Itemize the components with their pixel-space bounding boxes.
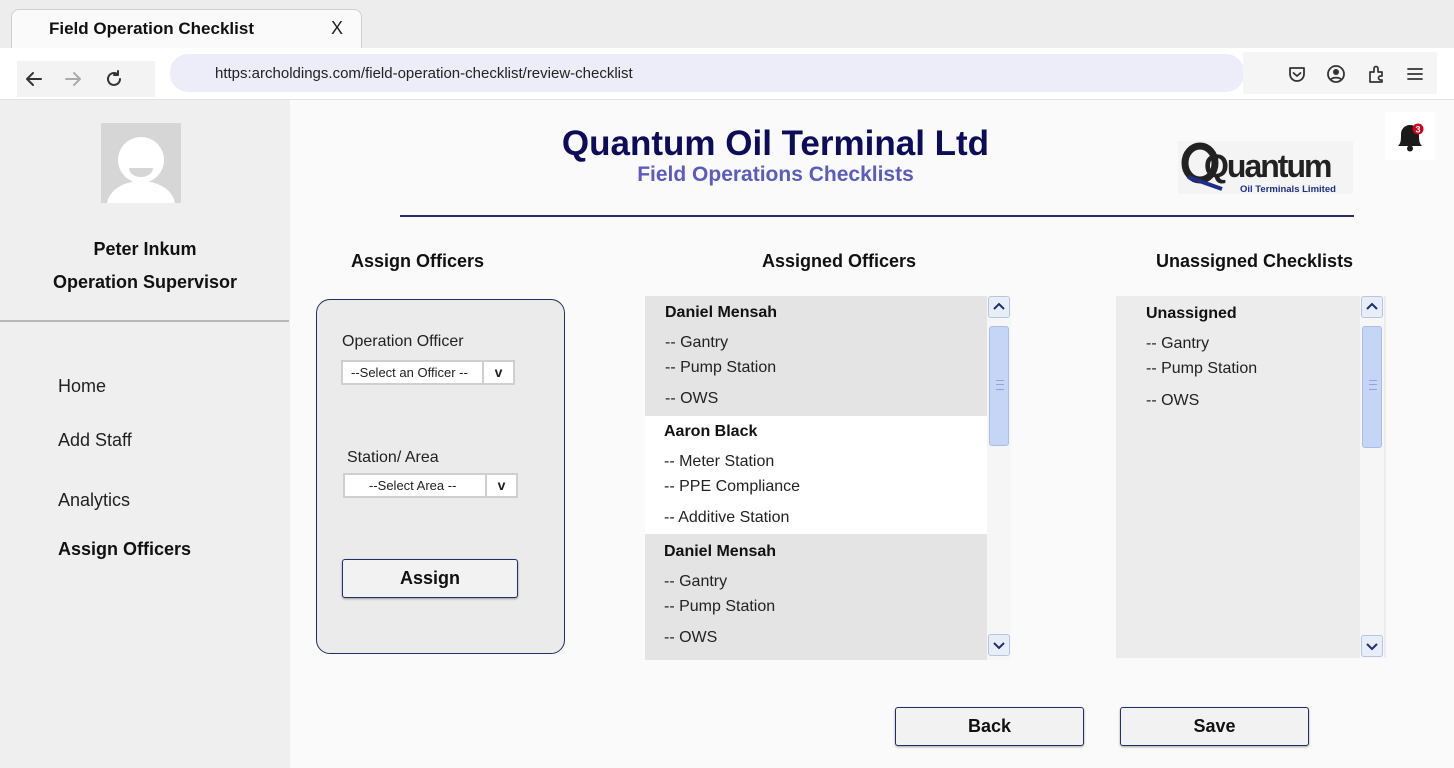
officer-name: Daniel Mensah [665,304,778,321]
account-icon[interactable] [1325,63,1347,85]
logo-text: Quantum [1204,148,1331,184]
sidebar-item-add-staff[interactable]: Add Staff [58,430,132,451]
browser-toolbar-right [1243,52,1437,94]
user-role: Operation Supervisor [52,272,238,292]
tab-title: Field Operation Checklist [49,19,254,38]
officer-name: Daniel Mensah [664,543,777,560]
reload-icon[interactable] [103,68,125,90]
checklist-item: -- Gantry [664,573,728,590]
bell-icon: 3 [1398,123,1424,152]
scroll-up-button[interactable] [1361,296,1383,318]
checklist-item: -- Gantry [665,334,729,351]
unassigned-scrollbar[interactable] [1360,296,1384,658]
chevron-down-icon[interactable]: v [485,475,516,496]
back-button[interactable]: Back [895,707,1084,746]
chevron-down-icon [1366,643,1378,651]
user-avatar-icon [107,137,175,203]
header-divider [400,215,1354,217]
scroll-down-button[interactable] [1361,635,1383,657]
url-text: https:archoldings.com/field-operation-ch… [215,65,633,82]
browser-tab[interactable]: Field Operation Checklist X [11,9,362,49]
checklist-item: -- Pump Station [665,359,777,376]
checklist-item[interactable]: -- Gantry [1146,335,1209,353]
menu-icon[interactable] [1404,63,1426,85]
checklist-item[interactable]: -- Pump Station [1146,360,1257,378]
officer-select[interactable]: --Select an Officer -- v [341,360,515,385]
scroll-down-button[interactable] [988,634,1010,656]
assign-officers-heading: Assign Officers [351,251,485,271]
checklist-item: -- OWS [665,390,719,407]
chevron-down-icon[interactable]: v [482,362,513,383]
sidebar: Peter Inkum Operation Supervisor Home Ad… [0,100,290,768]
logo-subtext: Oil Terminals Limited [1240,184,1336,194]
browser-tab-bar: Field Operation Checklist X [0,0,1454,49]
user-name: Peter Inkum [93,239,197,259]
scroll-up-button[interactable] [988,296,1010,318]
grip-icon [1369,380,1377,390]
scroll-thumb[interactable] [989,326,1009,446]
browser-nav-bar: https:archoldings.com/field-operation-ch… [0,48,1454,100]
assign-button[interactable]: Assign [342,559,518,598]
officer-label: Operation Officer [342,333,464,350]
main-content: Quantum Oil Terminal Ltd Field Operation… [290,100,1454,768]
area-label: Station/ Area [347,449,439,466]
officer-select-value: --Select an Officer -- [351,365,468,380]
checklist-item: -- Meter Station [664,453,775,470]
area-select-value: --Select Area -- [369,478,457,493]
unassigned-group-name: Unassigned [1146,305,1237,322]
unassigned-checklists-heading: Unassigned Checklists [1156,251,1354,271]
assign-panel: Operation Officer --Select an Officer --… [316,299,565,654]
checklist-item: -- PPE Compliance [664,478,801,495]
company-title: Quantum Oil Terminal Ltd [561,124,990,163]
page-subtitle: Field Operations Checklists [637,163,914,186]
notification-count: 3 [1415,125,1420,135]
list-item[interactable]: Daniel Mensah -- Gantry -- Pump Station … [645,296,987,416]
assigned-officers-list[interactable]: Daniel Mensah -- Gantry -- Pump Station … [645,296,1013,660]
sidebar-divider [0,320,289,322]
list-item[interactable]: Aaron Black -- Meter Station -- PPE Comp… [645,416,987,534]
extensions-icon[interactable] [1365,63,1387,85]
scroll-thumb[interactable] [1362,326,1382,448]
save-button[interactable]: Save [1120,707,1309,746]
chevron-up-icon [993,302,1005,310]
back-arrow-icon[interactable] [23,68,45,90]
checklist-item: -- OWS [664,629,718,646]
avatar [101,123,181,203]
assigned-officers-heading: Assigned Officers [762,251,917,271]
nav-buttons [17,61,155,97]
chevron-up-icon [1366,302,1378,310]
unassigned-checklists-list[interactable]: Unassigned -- Gantry -- Pump Station -- … [1116,296,1386,658]
chevron-down-icon [993,642,1005,650]
checklist-item: -- Pump Station [664,598,776,615]
officer-name: Aaron Black [664,423,758,440]
company-logo: Quantum Oil Terminals Limited [1178,141,1353,195]
area-select[interactable]: --Select Area -- v [343,473,518,498]
sidebar-item-analytics[interactable]: Analytics [58,490,130,511]
tab-close-icon[interactable]: X [331,18,343,39]
address-bar[interactable]: https:archoldings.com/field-operation-ch… [170,54,1244,92]
checklist-item: -- Additive Station [664,509,790,526]
assigned-scrollbar[interactable] [987,296,1011,660]
sidebar-item-home[interactable]: Home [58,376,106,397]
list-item[interactable]: Daniel Mensah -- Gantry -- Pump Station … [645,534,987,660]
sidebar-item-assign-officers[interactable]: Assign Officers [58,539,191,560]
checklist-item[interactable]: -- OWS [1146,392,1199,410]
quantum-logo-icon: Quantum Oil Terminals Limited [1181,142,1336,195]
forward-arrow-icon[interactable] [62,68,84,90]
grip-icon [996,380,1004,390]
pocket-icon[interactable] [1286,63,1308,85]
notification-button[interactable]: 3 [1385,112,1435,160]
